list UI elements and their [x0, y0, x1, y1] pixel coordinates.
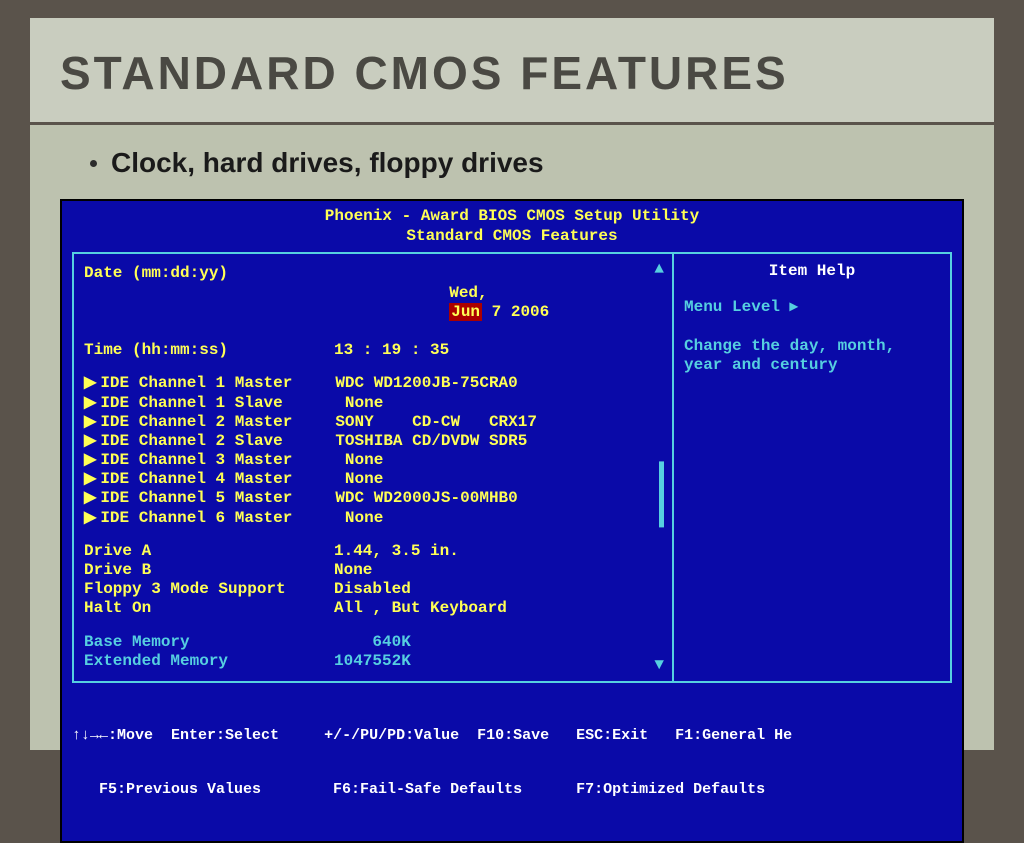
ide-label: IDE Channel 2 Slave — [100, 432, 335, 451]
scrollbar-thumb[interactable] — [659, 461, 664, 527]
footer-exit: ESC:Exit F1:General He — [576, 727, 792, 744]
ide-label: IDE Channel 3 Master — [100, 451, 335, 470]
footer-f5: F5:Previous Values — [72, 781, 261, 798]
base-mem-label: Base Memory — [84, 633, 334, 652]
bios-date-row[interactable]: Date (mm:dd:yy) Wed, Jun 7 2006 — [84, 264, 672, 341]
ide-channel-row[interactable]: ▶IDE Channel 3 Master None — [84, 451, 672, 470]
bullet-item: Clock, hard drives, floppy drives — [30, 125, 994, 193]
ide-label: IDE Channel 1 Master — [100, 374, 335, 393]
ide-value[interactable]: WDC WD1200JB-75CRA0 — [335, 374, 517, 393]
bios-settings-panel: Date (mm:dd:yy) Wed, Jun 7 2006 Time (hh… — [72, 252, 672, 683]
footer-line-1: ↑↓→←:Move Enter:Select +/-/PU/PD:Value F… — [72, 727, 952, 745]
bios-time-row[interactable]: Time (hh:mm:ss) 13 : 19 : 35 — [84, 341, 672, 360]
ide-value[interactable]: SONY CD-CW CRX17 — [335, 413, 537, 432]
help-menu-level: Menu Level ▸ — [684, 298, 940, 317]
bios-subtitle: Standard CMOS Features — [62, 227, 962, 252]
drive-b-value[interactable]: None — [334, 561, 372, 580]
floppy3-row[interactable]: Floppy 3 Mode Support Disabled — [84, 580, 672, 599]
date-day: Wed, — [449, 284, 487, 302]
ide-label: IDE Channel 4 Master — [100, 470, 335, 489]
base-mem-value: 640K — [334, 633, 411, 652]
ide-channel-row[interactable]: ▶IDE Channel 2 SlaveTOSHIBA CD/DVDW SDR5 — [84, 432, 672, 451]
footer-move: ↑↓→←:Move Enter:Select — [72, 727, 279, 744]
submenu-arrow-icon: ▶ — [84, 509, 96, 528]
floppy3-label: Floppy 3 Mode Support — [84, 580, 334, 599]
ide-value[interactable]: None — [335, 451, 383, 470]
bullet-text: Clock, hard drives, floppy drives — [111, 147, 544, 179]
ide-channel-row[interactable]: ▶IDE Channel 1 MasterWDC WD1200JB-75CRA0 — [84, 374, 672, 393]
drive-a-value[interactable]: 1.44, 3.5 in. — [334, 542, 459, 561]
ide-value[interactable]: WDC WD2000JS-00MHB0 — [335, 489, 517, 508]
slide-title: STANDARD CMOS FEATURES — [60, 46, 964, 100]
submenu-arrow-icon: ▶ — [84, 432, 96, 451]
drive-a-row[interactable]: Drive A 1.44, 3.5 in. — [84, 542, 672, 561]
submenu-arrow-icon: ▶ — [84, 394, 96, 413]
ide-value[interactable]: TOSHIBA CD/DVDW SDR5 — [335, 432, 527, 451]
ide-channel-row[interactable]: ▶IDE Channel 6 Master None — [84, 509, 672, 528]
bullet-dot-icon — [90, 160, 97, 167]
ide-label: IDE Channel 2 Master — [100, 413, 335, 432]
submenu-arrow-icon: ▶ — [84, 489, 96, 508]
help-title: Item Help — [684, 262, 940, 281]
date-month-selected[interactable]: Jun — [449, 303, 482, 321]
date-rest: 7 2006 — [482, 303, 549, 321]
drive-b-row[interactable]: Drive B None — [84, 561, 672, 580]
ide-channel-row[interactable]: ▶IDE Channel 2 MasterSONY CD-CW CRX17 — [84, 413, 672, 432]
help-description: Change the day, month, year and century — [684, 337, 940, 375]
ext-mem-value: 1047552K — [334, 652, 411, 671]
ide-value[interactable]: None — [335, 509, 383, 528]
bios-help-panel: Item Help Menu Level ▸ Change the day, m… — [672, 252, 952, 683]
footer-f6: F6:Fail-Safe Defaults — [333, 781, 522, 798]
scroll-down-icon[interactable]: ▼ — [654, 656, 664, 675]
bios-footer: ↑↓→←:Move Enter:Select +/-/PU/PD:Value F… — [62, 683, 962, 835]
ide-channel-row[interactable]: ▶IDE Channel 5 MasterWDC WD2000JS-00MHB0 — [84, 489, 672, 508]
footer-line-2: F5:Previous Values F6:Fail-Safe Defaults… — [72, 781, 952, 799]
halt-value[interactable]: All , But Keyboard — [334, 599, 507, 618]
slide-header: STANDARD CMOS FEATURES — [30, 18, 994, 125]
floppy3-value[interactable]: Disabled — [334, 580, 411, 599]
footer-f7: F7:Optimized Defaults — [576, 781, 765, 798]
submenu-arrow-icon: ▶ — [84, 470, 96, 489]
ide-channel-row[interactable]: ▶IDE Channel 1 Slave None — [84, 394, 672, 413]
ide-channel-row[interactable]: ▶IDE Channel 4 Master None — [84, 470, 672, 489]
footer-value: +/-/PU/PD:Value F10:Save — [324, 727, 549, 744]
submenu-arrow-icon: ▶ — [84, 374, 96, 393]
presentation-slide: STANDARD CMOS FEATURES Clock, hard drive… — [30, 18, 994, 750]
date-label: Date (mm:dd:yy) — [84, 264, 334, 341]
scroll-up-icon[interactable]: ▲ — [654, 260, 664, 279]
halt-row[interactable]: Halt On All , But Keyboard — [84, 599, 672, 618]
ide-label: IDE Channel 1 Slave — [100, 394, 335, 413]
ide-label: IDE Channel 6 Master — [100, 509, 335, 528]
ext-memory-row: Extended Memory 1047552K — [84, 652, 672, 671]
bios-title: Phoenix - Award BIOS CMOS Setup Utility — [62, 201, 962, 227]
bios-screenshot: Phoenix - Award BIOS CMOS Setup Utility … — [60, 199, 964, 843]
time-label: Time (hh:mm:ss) — [84, 341, 334, 360]
ide-label: IDE Channel 5 Master — [100, 489, 335, 508]
drive-b-label: Drive B — [84, 561, 334, 580]
base-memory-row: Base Memory 640K — [84, 633, 672, 652]
date-value[interactable]: Wed, Jun 7 2006 — [334, 264, 549, 341]
ide-value[interactable]: None — [335, 470, 383, 489]
bios-panels: Date (mm:dd:yy) Wed, Jun 7 2006 Time (hh… — [72, 252, 952, 683]
ext-mem-label: Extended Memory — [84, 652, 334, 671]
submenu-arrow-icon: ▶ — [84, 413, 96, 432]
ide-value[interactable]: None — [335, 394, 383, 413]
submenu-arrow-icon: ▶ — [84, 451, 96, 470]
time-value[interactable]: 13 : 19 : 35 — [334, 341, 449, 360]
drive-a-label: Drive A — [84, 542, 334, 561]
halt-label: Halt On — [84, 599, 334, 618]
